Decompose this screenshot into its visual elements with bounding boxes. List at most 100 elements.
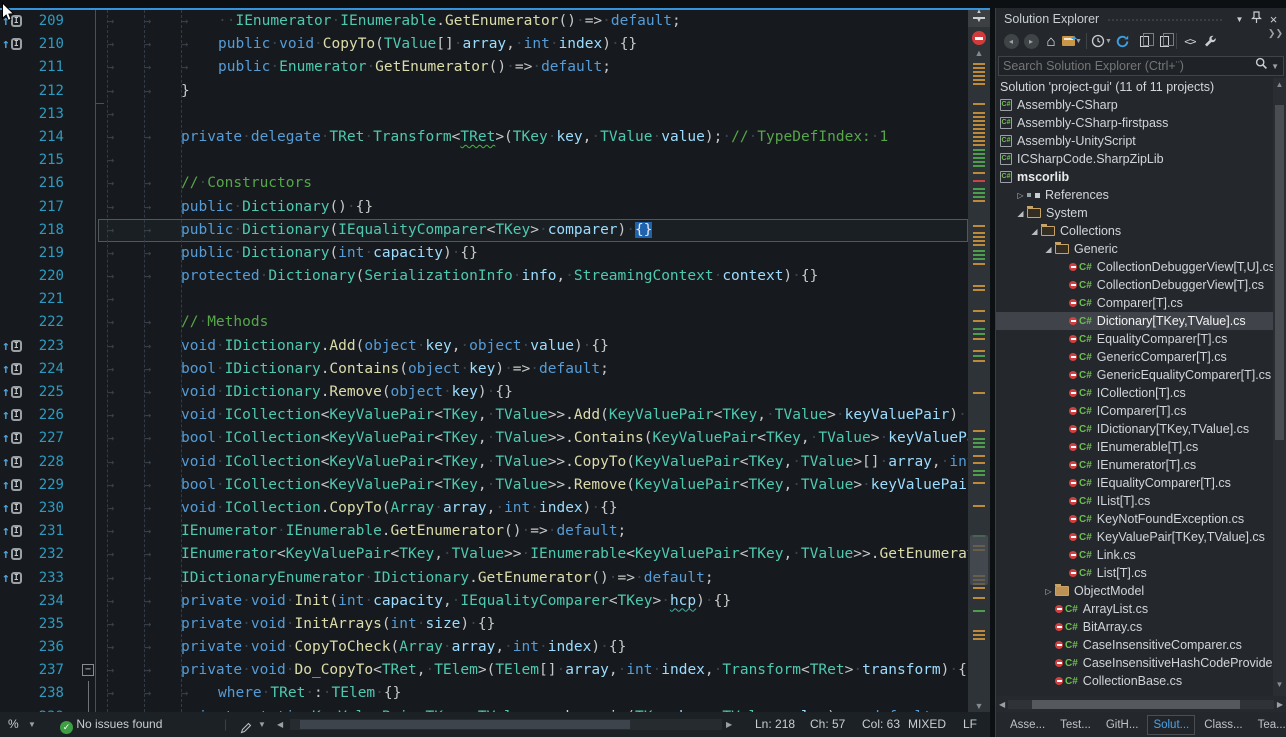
switch-views-button[interactable]: ▼ bbox=[1061, 31, 1083, 51]
char-indicator[interactable]: Ch: 57 bbox=[810, 712, 845, 737]
line-number[interactable]: 237 bbox=[26, 659, 78, 682]
code-line[interactable]: 216→→//·Constructors bbox=[0, 172, 968, 195]
pin-icon[interactable] bbox=[1248, 11, 1265, 27]
tree-horizontal-scrollbar[interactable]: ◀ ▶ bbox=[996, 696, 1286, 712]
line-number[interactable]: 228 bbox=[26, 451, 78, 474]
zoom-caret-icon[interactable]: ▼ bbox=[28, 712, 36, 737]
tree-hscroll-thumb[interactable] bbox=[1032, 700, 1240, 709]
tree-scroll-thumb[interactable] bbox=[1275, 105, 1284, 440]
forward-button[interactable]: ▸ bbox=[1021, 31, 1041, 51]
code-line[interactable]: ↑I224→→bool·IDictionary.Contains(object·… bbox=[0, 358, 968, 381]
tree-item[interactable]: C#CollectionDebuggerView[T].cs bbox=[996, 276, 1286, 294]
tree-item[interactable]: C#IEqualityComparer[T].cs bbox=[996, 474, 1286, 492]
tree-item[interactable]: C#ArrayList.cs bbox=[996, 600, 1286, 618]
tree-item[interactable]: C#mscorlib bbox=[996, 168, 1286, 186]
editor-splitter-handle[interactable]: ▲▼ bbox=[968, 10, 990, 27]
code-line[interactable]: 237−→→private·void·Do_CopyTo<TRet,·TElem… bbox=[0, 659, 968, 682]
line-number[interactable]: 230 bbox=[26, 497, 78, 520]
editor-horizontal-scrollbar[interactable] bbox=[290, 719, 722, 730]
encoding-indicator[interactable]: MIXED bbox=[908, 712, 946, 737]
tree-item[interactable]: C#List[T].cs bbox=[996, 564, 1286, 582]
fold-margin[interactable]: − bbox=[78, 659, 98, 682]
formatting-pen-icon[interactable] bbox=[240, 712, 252, 737]
panel-tab-class[interactable]: Class... bbox=[1198, 715, 1248, 735]
code-line[interactable]: 218→→public·Dictionary(IEqualityComparer… bbox=[0, 219, 968, 242]
document-health-icon[interactable] bbox=[972, 31, 986, 45]
tree-item[interactable]: ◢System bbox=[996, 204, 1286, 222]
tree-item[interactable]: C#EqualityComparer[T].cs bbox=[996, 330, 1286, 348]
line-number[interactable]: 217 bbox=[26, 196, 78, 219]
panel-tab-test[interactable]: Test... bbox=[1054, 715, 1097, 735]
code-line[interactable]: 219→→public·Dictionary(int·capacity)·{} bbox=[0, 242, 968, 265]
hscroll-thumb[interactable] bbox=[300, 720, 630, 729]
code-line[interactable]: 222→→//·Methods bbox=[0, 311, 968, 334]
search-icon[interactable] bbox=[1255, 57, 1268, 75]
tree-item[interactable]: C#ICollection[T].cs bbox=[996, 384, 1286, 402]
tree-item[interactable]: C#KeyValuePair[TKey,TValue].cs bbox=[996, 528, 1286, 546]
tree-item[interactable]: C#CaseInsensitiveComparer.cs bbox=[996, 636, 1286, 654]
line-number[interactable]: 212 bbox=[26, 80, 78, 103]
code-line[interactable]: 212→→} bbox=[0, 80, 968, 103]
tree-item[interactable]: C#IEnumerator[T].cs bbox=[996, 456, 1286, 474]
line-number[interactable]: 226 bbox=[26, 404, 78, 427]
collapse-region-icon[interactable]: − bbox=[82, 664, 94, 676]
code-line[interactable]: 214→→private·delegate·TRet·Transform<TRe… bbox=[0, 126, 968, 149]
tree-item[interactable]: C#Comparer[T].cs bbox=[996, 294, 1286, 312]
code-line[interactable]: ↑I229→→bool·ICollection<KeyValuePair<TKe… bbox=[0, 474, 968, 497]
collapse-all-button[interactable] bbox=[1153, 31, 1173, 51]
search-caret-icon[interactable]: ▼ bbox=[1271, 62, 1279, 71]
line-number[interactable]: 224 bbox=[26, 358, 78, 381]
back-button[interactable]: ◂ bbox=[1001, 31, 1021, 51]
line-number[interactable]: 225 bbox=[26, 381, 78, 404]
code-line[interactable]: 238→→→where·TRet·:·TElem·{} bbox=[0, 682, 968, 705]
code-line[interactable]: ↑I232→→IEnumerator<KeyValuePair<TKey,·TV… bbox=[0, 543, 968, 566]
zoom-control[interactable]: % bbox=[8, 712, 19, 737]
tree-item[interactable]: ▷ObjectModel bbox=[996, 582, 1286, 600]
line-number[interactable]: 236 bbox=[26, 636, 78, 659]
scroll-up-arrow-icon[interactable]: ▲ bbox=[968, 48, 990, 58]
code-line[interactable]: 221→ bbox=[0, 288, 968, 311]
tree-item[interactable]: C#IComparer[T].cs bbox=[996, 402, 1286, 420]
code-line[interactable]: 220→→protected·Dictionary(SerializationI… bbox=[0, 265, 968, 288]
line-number[interactable]: 232 bbox=[26, 543, 78, 566]
tree-item[interactable]: C#Assembly-CSharp bbox=[996, 96, 1286, 114]
tree-item[interactable]: C#BitArray.cs bbox=[996, 618, 1286, 636]
tree-hscroll-left-icon[interactable]: ◀ bbox=[999, 700, 1005, 709]
line-ending-indicator[interactable]: LF bbox=[963, 712, 977, 737]
line-number[interactable]: 211 bbox=[26, 56, 78, 79]
code-line[interactable]: ↑I226→→void·ICollection<KeyValuePair<TKe… bbox=[0, 404, 968, 427]
tree-scroll-up-icon[interactable]: ▲ bbox=[1273, 80, 1286, 89]
collapse-arrow-icon[interactable]: ◢ bbox=[1042, 245, 1055, 254]
tree-item[interactable]: Solution 'project-gui' (11 of 11 project… bbox=[996, 78, 1286, 96]
line-number[interactable]: 227 bbox=[26, 427, 78, 450]
tree-item[interactable]: C#Assembly-UnityScript bbox=[996, 132, 1286, 150]
line-indicator[interactable]: Ln: 218 bbox=[755, 712, 795, 737]
line-number[interactable]: 219 bbox=[26, 242, 78, 265]
line-number[interactable]: 235 bbox=[26, 613, 78, 636]
column-indicator[interactable]: Col: 63 bbox=[862, 712, 900, 737]
expand-arrow-icon[interactable]: ▷ bbox=[1014, 191, 1027, 200]
solution-explorer-titlebar[interactable]: Solution Explorer ▼ × bbox=[996, 8, 1286, 28]
panel-tab-tea[interactable]: Tea... bbox=[1252, 715, 1286, 735]
pen-caret-icon[interactable]: ▼ bbox=[258, 712, 266, 737]
code-line[interactable]: ↑I210→→→public·void·CopyTo(TValue[]·arra… bbox=[0, 33, 968, 56]
line-number[interactable]: 229 bbox=[26, 474, 78, 497]
scrollbar-thumb[interactable] bbox=[970, 535, 988, 585]
hscroll-left-arrow-icon[interactable]: ◀ bbox=[277, 712, 283, 737]
code-editor[interactable]: ↑I209→→→··IEnumerator·IEnumerable.GetEnu… bbox=[0, 10, 968, 712]
issues-indicator[interactable]: ✓ No issues found bbox=[60, 712, 162, 737]
tree-item[interactable]: C#Dictionary[TKey,TValue].cs bbox=[996, 312, 1286, 330]
line-number[interactable]: 214 bbox=[26, 126, 78, 149]
tree-scroll-down-icon[interactable]: ▼ bbox=[1273, 680, 1286, 689]
tree-item[interactable]: C#GenericEqualityComparer[T].cs bbox=[996, 366, 1286, 384]
view-code-button[interactable]: <> bbox=[1180, 31, 1200, 51]
filter-pending-changes-button[interactable]: ▼ bbox=[1090, 31, 1113, 51]
chevron-down-icon[interactable]: ▼ bbox=[1231, 15, 1248, 24]
expand-arrow-icon[interactable]: ▷ bbox=[1042, 587, 1055, 596]
tree-item[interactable]: C#IEnumerable[T].cs bbox=[996, 438, 1286, 456]
tree-item[interactable]: C#IDictionary[TKey,TValue].cs bbox=[996, 420, 1286, 438]
tree-item[interactable]: C#Link.cs bbox=[996, 546, 1286, 564]
tree-hscroll-right-icon[interactable]: ▶ bbox=[1277, 700, 1283, 709]
line-number[interactable]: 218 bbox=[26, 219, 78, 242]
panel-tab-gith[interactable]: GitH... bbox=[1100, 715, 1145, 735]
